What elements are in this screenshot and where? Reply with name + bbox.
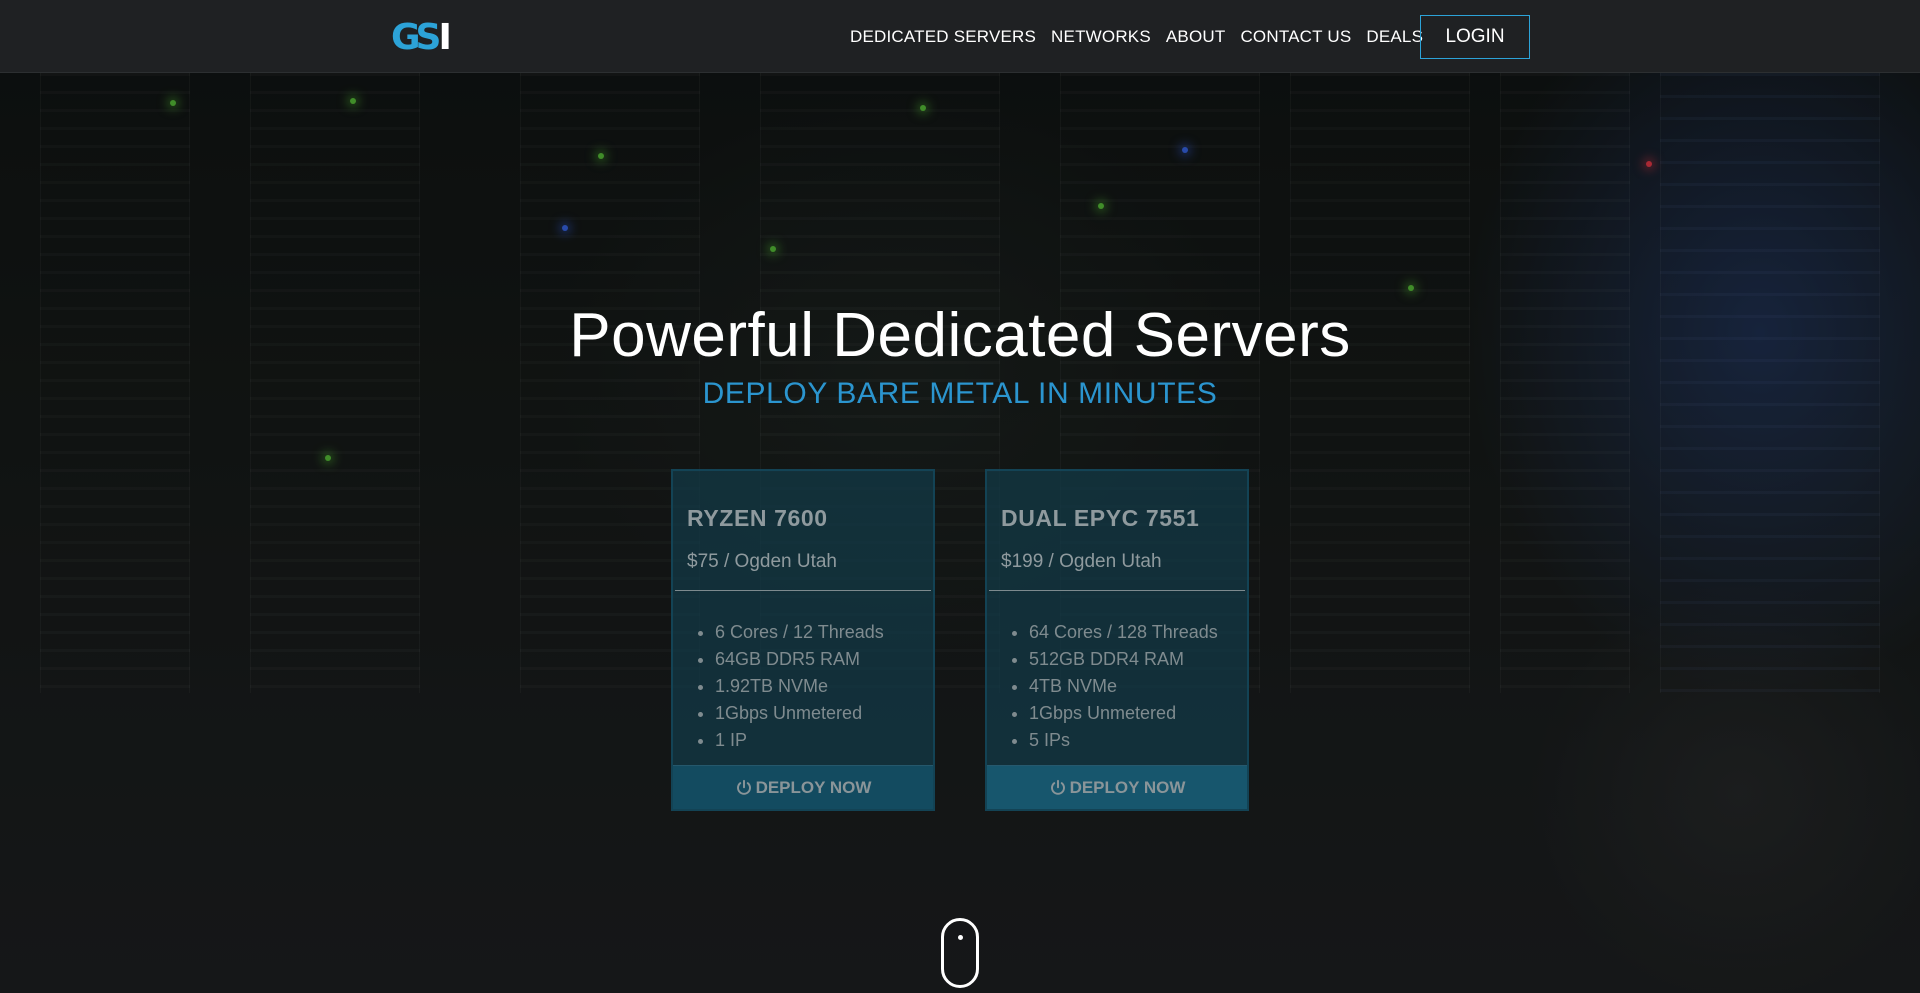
nav-about[interactable]: ABOUT	[1166, 27, 1226, 47]
plan-price: $199 / Ogden Utah	[1001, 551, 1162, 572]
plan-spec-item: 1.92TB NVMe	[715, 673, 884, 700]
plan-spec-item: 1Gbps Unmetered	[1029, 700, 1218, 727]
mouse-wheel-dot	[958, 935, 963, 940]
logo-gs-text: GS	[391, 16, 442, 58]
deploy-now-button[interactable]: DEPLOY NOW	[673, 765, 933, 809]
hero-title: Powerful Dedicated Servers	[569, 301, 1351, 370]
plan-card-ryzen-7600: RYZEN 7600 $75 / Ogden Utah 6 Cores / 12…	[671, 469, 935, 811]
plan-spec-item: 512GB DDR4 RAM	[1029, 646, 1218, 673]
logo-i-text: I	[438, 16, 452, 58]
nav-contact-us[interactable]: CONTACT US	[1240, 27, 1351, 47]
plan-spec-item: 64GB DDR5 RAM	[715, 646, 884, 673]
plan-name: RYZEN 7600	[687, 505, 828, 531]
plan-price: $75 / Ogden Utah	[687, 551, 837, 572]
power-icon	[736, 779, 751, 795]
plan-card-dual-epyc-7551: DUAL EPYC 7551 $199 / Ogden Utah 64 Core…	[985, 469, 1249, 811]
deploy-now-label: DEPLOY NOW	[1069, 777, 1186, 797]
deploy-now-button[interactable]: DEPLOY NOW	[987, 765, 1247, 809]
main-nav: DEDICATED SERVERS NETWORKS ABOUT CONTACT…	[850, 0, 1438, 73]
scroll-mouse-icon[interactable]	[941, 918, 979, 988]
plan-spec-item: 1Gbps Unmetered	[715, 700, 884, 727]
plan-spec-list: 64 Cores / 128 Threads 512GB DDR4 RAM 4T…	[1029, 619, 1218, 754]
card-divider	[989, 590, 1245, 591]
power-icon	[1050, 779, 1065, 795]
hero-subtitle: DEPLOY BARE METAL IN MINUTES	[702, 377, 1218, 410]
hero-background	[0, 73, 1920, 993]
plan-spec-list: 6 Cores / 12 Threads 64GB DDR5 RAM 1.92T…	[715, 619, 884, 754]
nav-deals[interactable]: DEALS	[1366, 27, 1423, 47]
nav-networks[interactable]: NETWORKS	[1051, 27, 1151, 47]
hero-overlay	[0, 73, 1920, 993]
plan-spec-item: 5 IPs	[1029, 727, 1218, 754]
gsi-logo[interactable]: GS I	[391, 16, 452, 58]
login-button[interactable]: LOGIN	[1420, 15, 1530, 59]
plan-spec-item: 64 Cores / 128 Threads	[1029, 619, 1218, 646]
nav-dedicated-servers[interactable]: DEDICATED SERVERS	[850, 27, 1036, 47]
plan-name: DUAL EPYC 7551	[1001, 505, 1200, 531]
plan-spec-item: 4TB NVMe	[1029, 673, 1218, 700]
plan-spec-item: 6 Cores / 12 Threads	[715, 619, 884, 646]
site-header: GS I DEDICATED SERVERS NETWORKS ABOUT CON…	[0, 0, 1920, 73]
plan-spec-item: 1 IP	[715, 727, 884, 754]
card-divider	[675, 590, 931, 591]
deploy-now-label: DEPLOY NOW	[755, 777, 872, 797]
